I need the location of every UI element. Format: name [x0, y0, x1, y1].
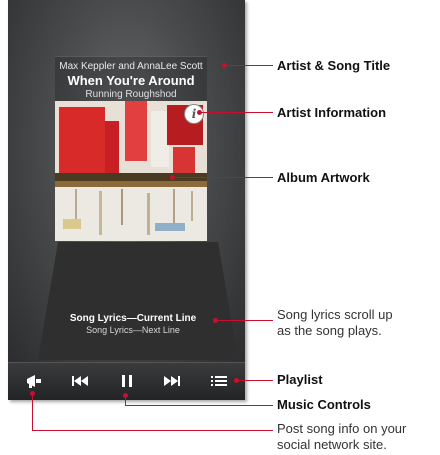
callout-leader-controls-v	[125, 395, 126, 405]
song-title-box: Max Keppler and AnnaLee Scott When You'r…	[55, 56, 207, 101]
callout-leader-lyrics	[216, 320, 273, 321]
pause-icon[interactable]	[115, 370, 139, 392]
callout-leader-post-v	[32, 393, 33, 430]
skip-next-icon[interactable]	[160, 370, 184, 392]
lyric-next-line: Song Lyrics—Next Line	[86, 325, 180, 335]
callout-post: Post song info on your social network si…	[277, 421, 406, 453]
lyrics-panel	[38, 242, 238, 360]
callout-playlist: Playlist	[277, 372, 323, 387]
callout-leader-title	[225, 65, 273, 66]
callout-leader-artwork	[173, 177, 273, 178]
megaphone-icon[interactable]	[22, 370, 46, 392]
callout-post-line1: Post song info on your	[277, 421, 407, 436]
lyric-current-line: Song Lyrics—Current Line	[69, 313, 197, 324]
callout-leader-controls	[125, 405, 273, 406]
callout-lyrics-line1: Song lyrics scroll up	[277, 307, 393, 322]
album-artwork[interactable]	[55, 101, 207, 241]
list-icon[interactable]	[207, 370, 231, 392]
callout-post-line2: social network site.	[277, 437, 387, 452]
phone-screen: Max Keppler and AnnaLee Scott When You'r…	[8, 0, 245, 400]
artist-name: Max Keppler and AnnaLee Scott	[59, 61, 203, 72]
callout-music-controls: Music Controls	[277, 397, 371, 412]
callout-album-artwork: Album Artwork	[277, 170, 370, 185]
callout-artist-info: Artist Information	[277, 105, 387, 120]
callout-leader-post	[32, 430, 273, 431]
song-title: When You're Around	[67, 73, 195, 88]
skip-previous-icon[interactable]	[68, 370, 92, 392]
callout-leader-playlist	[237, 380, 273, 381]
callout-lyrics-line2: as the song plays.	[277, 323, 382, 338]
callout-artist-title: Artist & Song Title	[277, 58, 391, 73]
album-name: Running Roughshod	[85, 89, 177, 100]
callout-lyrics: Song lyrics scroll up as the song plays.	[277, 307, 393, 339]
callout-leader-info	[200, 112, 273, 113]
